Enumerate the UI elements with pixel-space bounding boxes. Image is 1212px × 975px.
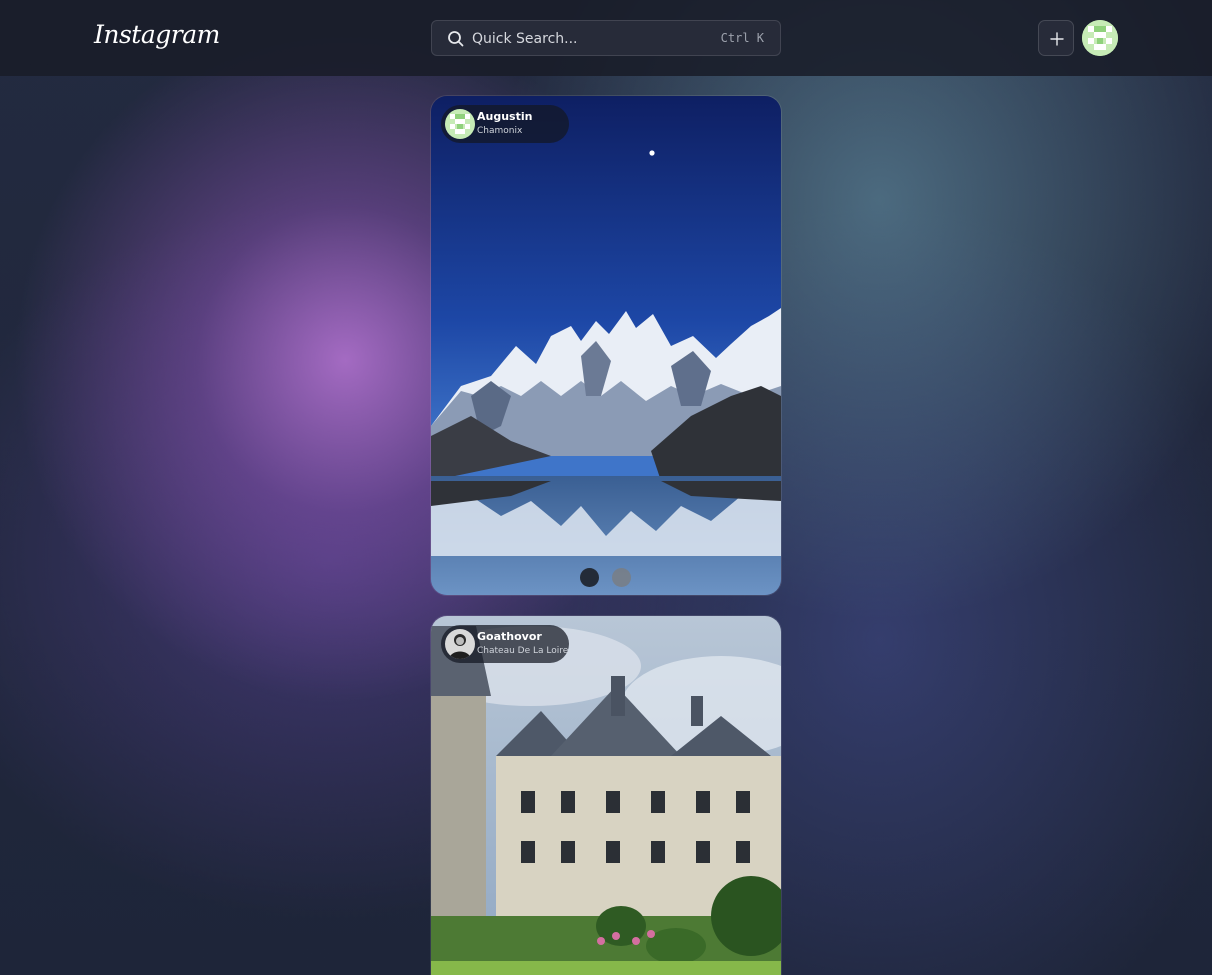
feed-post[interactable]: Goathovor Chateau De La Loire bbox=[431, 616, 781, 975]
plus-icon bbox=[1050, 32, 1064, 46]
post-image-chateau[interactable] bbox=[431, 616, 781, 975]
search-input[interactable] bbox=[472, 28, 712, 50]
post-author-chip[interactable]: Augustin Chamonix bbox=[441, 105, 569, 143]
author-avatar[interactable] bbox=[445, 629, 475, 659]
author-avatar[interactable] bbox=[445, 109, 475, 139]
top-navigation-bar: Instagram Ctrl K bbox=[0, 0, 1212, 76]
new-post-button[interactable] bbox=[1038, 20, 1074, 56]
keyboard-shortcut-hint: Ctrl K bbox=[720, 31, 764, 45]
carousel-dot[interactable] bbox=[612, 568, 631, 587]
pixel-avatar-icon bbox=[1082, 20, 1118, 56]
quick-search-box[interactable]: Ctrl K bbox=[431, 20, 781, 56]
profile-avatar[interactable] bbox=[1082, 20, 1118, 56]
author-username[interactable]: Goathovor bbox=[477, 630, 542, 643]
person-portrait-icon bbox=[445, 629, 475, 659]
pixel-avatar-icon bbox=[445, 109, 475, 139]
author-username[interactable]: Augustin bbox=[477, 110, 532, 123]
post-location[interactable]: Chateau De La Loire bbox=[477, 646, 568, 656]
carousel-dot-active[interactable] bbox=[580, 568, 599, 587]
search-icon bbox=[446, 29, 466, 49]
instagram-logo[interactable]: Instagram bbox=[94, 20, 220, 49]
feed-post[interactable]: Augustin Chamonix bbox=[431, 96, 781, 595]
post-location[interactable]: Chamonix bbox=[477, 126, 522, 136]
post-author-chip[interactable]: Goathovor Chateau De La Loire bbox=[441, 625, 569, 663]
post-image-mountains[interactable] bbox=[431, 96, 781, 595]
